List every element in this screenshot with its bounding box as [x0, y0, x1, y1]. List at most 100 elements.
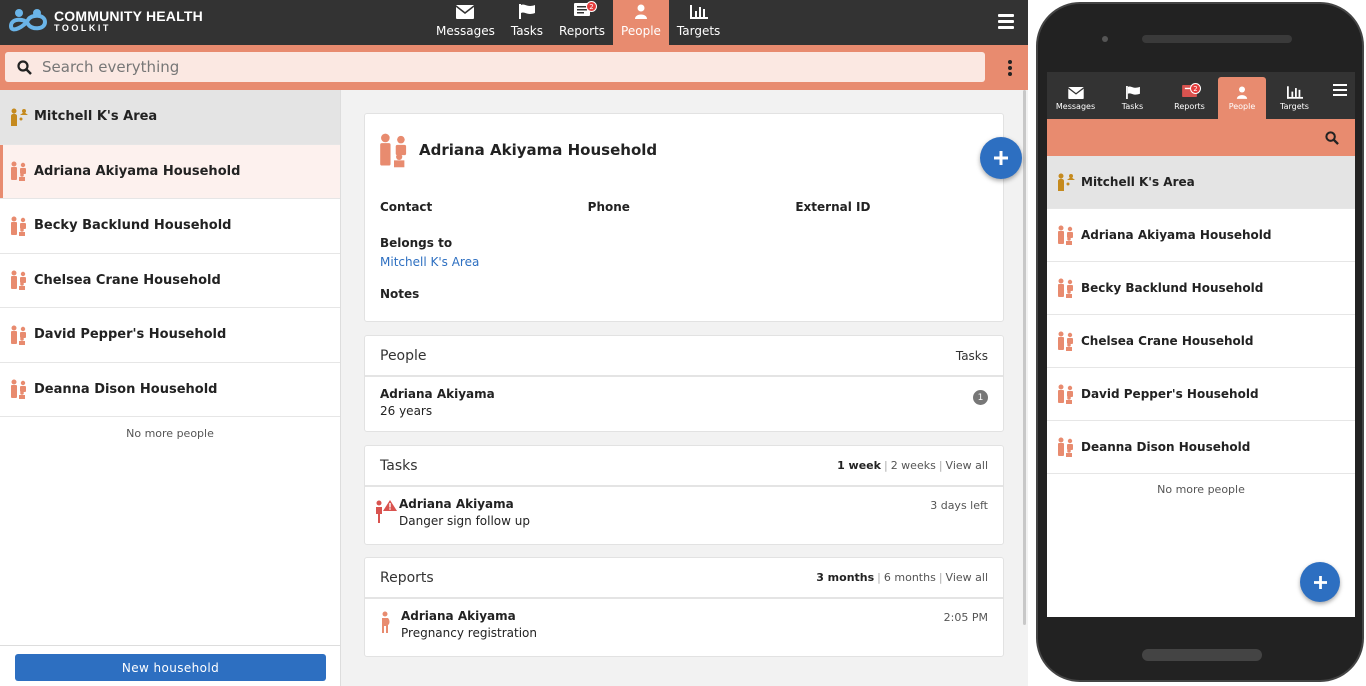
phone-tab-reports-label: Reports	[1174, 102, 1205, 111]
more-options-icon[interactable]	[1008, 60, 1012, 78]
phone-tab-targets-label: Targets	[1280, 102, 1309, 111]
belongs-to-link[interactable]: Mitchell K's Area	[365, 255, 1003, 269]
flag-icon	[518, 4, 535, 19]
phone-screen: Messages Tasks 2 Reports People Targets …	[1047, 72, 1355, 617]
area-icon	[1058, 173, 1075, 191]
people-card: People Tasks Adriana Akiyama 26 years 1	[364, 335, 1004, 432]
task-row[interactable]: Adriana Akiyama Danger sign follow up 3 …	[365, 487, 1003, 528]
logo-line-2: TOOLKIT	[54, 23, 111, 33]
report-row[interactable]: Adriana Akiyama Pregnancy registration 2…	[365, 599, 1003, 640]
phone-list-item[interactable]: Adriana Akiyama Household	[1047, 209, 1355, 262]
tab-reports-label: Reports	[559, 24, 606, 38]
phone-tab-tasks-label: Tasks	[1121, 102, 1144, 111]
field-contact-label: Contact	[380, 200, 433, 214]
phone-list-item[interactable]: Chelsea Crane Household	[1047, 315, 1355, 368]
phone-add-button[interactable]	[1300, 562, 1340, 602]
reports-badge: 2	[586, 1, 598, 12]
logo-line-1: COMMUNITY HEALTH	[54, 8, 203, 24]
list-item[interactable]: Adriana Akiyama Household	[0, 144, 340, 199]
report-description: Pregnancy registration	[401, 626, 538, 640]
pregnancy-icon	[382, 611, 390, 633]
search-input[interactable]	[42, 58, 942, 76]
phone-tab-reports[interactable]: 2 Reports	[1161, 72, 1218, 119]
list-item-label: Becky Backlund Household	[34, 218, 232, 234]
list-item-area[interactable]: Mitchell K's Area	[0, 90, 340, 145]
person-row[interactable]: Adriana Akiyama 26 years 1	[365, 377, 1003, 418]
tab-people[interactable]: People	[613, 0, 669, 45]
search-box	[5, 52, 985, 82]
reports-filter-3-months[interactable]: 3 months	[816, 571, 874, 584]
phone-list-item-label: Deanna Dison Household	[1081, 440, 1251, 454]
phone-mockup: Messages Tasks 2 Reports People Targets …	[1034, 0, 1366, 686]
scrollbar[interactable]	[1023, 90, 1026, 625]
task-person-name: Adriana Akiyama	[399, 497, 514, 511]
hamburger-menu-icon[interactable]	[998, 14, 1014, 32]
household-icon	[380, 133, 407, 168]
phone-tab-people[interactable]: People	[1218, 77, 1266, 119]
tab-messages-label: Messages	[436, 24, 495, 38]
no-more-people-text: No more people	[126, 427, 214, 440]
plus-icon	[994, 151, 1008, 165]
contact-fields: Contact Phone External ID	[365, 172, 1003, 214]
reports-card: Reports 3 months | 6 months | View all Adria…	[364, 557, 1004, 657]
household-icon	[1058, 331, 1073, 351]
tab-people-label: People	[621, 24, 661, 38]
app-logo[interactable]: COMMUNITY HEALTH TOOLKIT	[8, 6, 203, 36]
reports-filter-view-all[interactable]: View all	[946, 571, 988, 584]
tab-tasks[interactable]: Tasks	[503, 0, 551, 45]
phone-tab-tasks[interactable]: Tasks	[1104, 72, 1161, 119]
tasks-filter-2-weeks[interactable]: 2 weeks	[891, 459, 936, 472]
tab-messages[interactable]: Messages	[428, 0, 503, 45]
phone-tab-people-label: People	[1228, 102, 1256, 111]
list-item[interactable]: Becky Backlund Household	[0, 199, 340, 254]
list-item[interactable]: David Pepper's Household	[0, 308, 340, 363]
phone-speaker	[1142, 35, 1292, 43]
belongs-to-label: Belongs to	[380, 236, 453, 250]
phone-reports-badge: 2	[1190, 83, 1201, 94]
person-icon	[1236, 86, 1248, 99]
tab-targets-label: Targets	[676, 24, 721, 38]
report-person-name: Adriana Akiyama	[401, 609, 516, 623]
report-time: 2:05 PM	[943, 611, 988, 624]
phone-home-bar	[1142, 649, 1262, 661]
household-icon	[11, 270, 26, 291]
new-household-button[interactable]: New household	[15, 654, 326, 681]
phone-list-item[interactable]: Becky Backlund Household	[1047, 262, 1355, 315]
contact-list: Mitchell K's Area Adriana Akiyama Househ…	[0, 90, 341, 686]
list-item[interactable]: Chelsea Crane Household	[0, 254, 340, 308]
phone-tab-targets[interactable]: Targets	[1266, 72, 1323, 119]
envelope-icon	[456, 5, 475, 19]
plus-icon	[1313, 575, 1327, 589]
phone-list-item-label: Mitchell K's Area	[1081, 175, 1195, 189]
household-icon	[11, 161, 26, 182]
task-count-badge: 1	[973, 390, 988, 405]
list-item[interactable]: Deanna Dison Household	[0, 363, 340, 417]
phone-list-item-label: Adriana Akiyama Household	[1081, 228, 1272, 242]
logo-icon	[8, 6, 48, 36]
tab-targets[interactable]: Targets	[669, 0, 728, 45]
phone-list-item[interactable]: Deanna Dison Household	[1047, 421, 1355, 474]
phone-list-item[interactable]: David Pepper's Household	[1047, 368, 1355, 421]
phone-search-bar	[1047, 119, 1355, 156]
add-button[interactable]	[980, 137, 1022, 179]
search-icon[interactable]	[1325, 131, 1339, 145]
phone-tab-messages[interactable]: Messages	[1047, 72, 1104, 119]
divider	[0, 645, 341, 646]
tasks-filter-1-week[interactable]: 1 week	[837, 459, 881, 472]
household-icon	[1058, 278, 1073, 298]
phone-hamburger-icon[interactable]	[1333, 84, 1347, 99]
tab-tasks-label: Tasks	[510, 24, 544, 38]
tab-reports[interactable]: 2 Reports	[551, 0, 613, 45]
people-tasks-heading: Tasks	[955, 348, 988, 363]
bar-chart-icon	[689, 5, 708, 19]
list-item-label: Chelsea Crane Household	[34, 272, 221, 288]
people-heading: People	[380, 347, 427, 364]
top-header: COMMUNITY HEALTH TOOLKIT Messages Tasks …	[0, 0, 1028, 45]
list-item-label: Deanna Dison Household	[34, 381, 218, 397]
phone-list-item-area[interactable]: Mitchell K's Area	[1047, 156, 1355, 209]
reports-filter-6-months[interactable]: 6 months	[884, 571, 936, 584]
phone-list-item-label: Becky Backlund Household	[1081, 281, 1264, 295]
danger-task-icon	[376, 500, 397, 523]
tasks-card: Tasks 1 week | 2 weeks | View all Adriana Ak…	[364, 445, 1004, 545]
tasks-filter-view-all[interactable]: View all	[946, 459, 988, 472]
